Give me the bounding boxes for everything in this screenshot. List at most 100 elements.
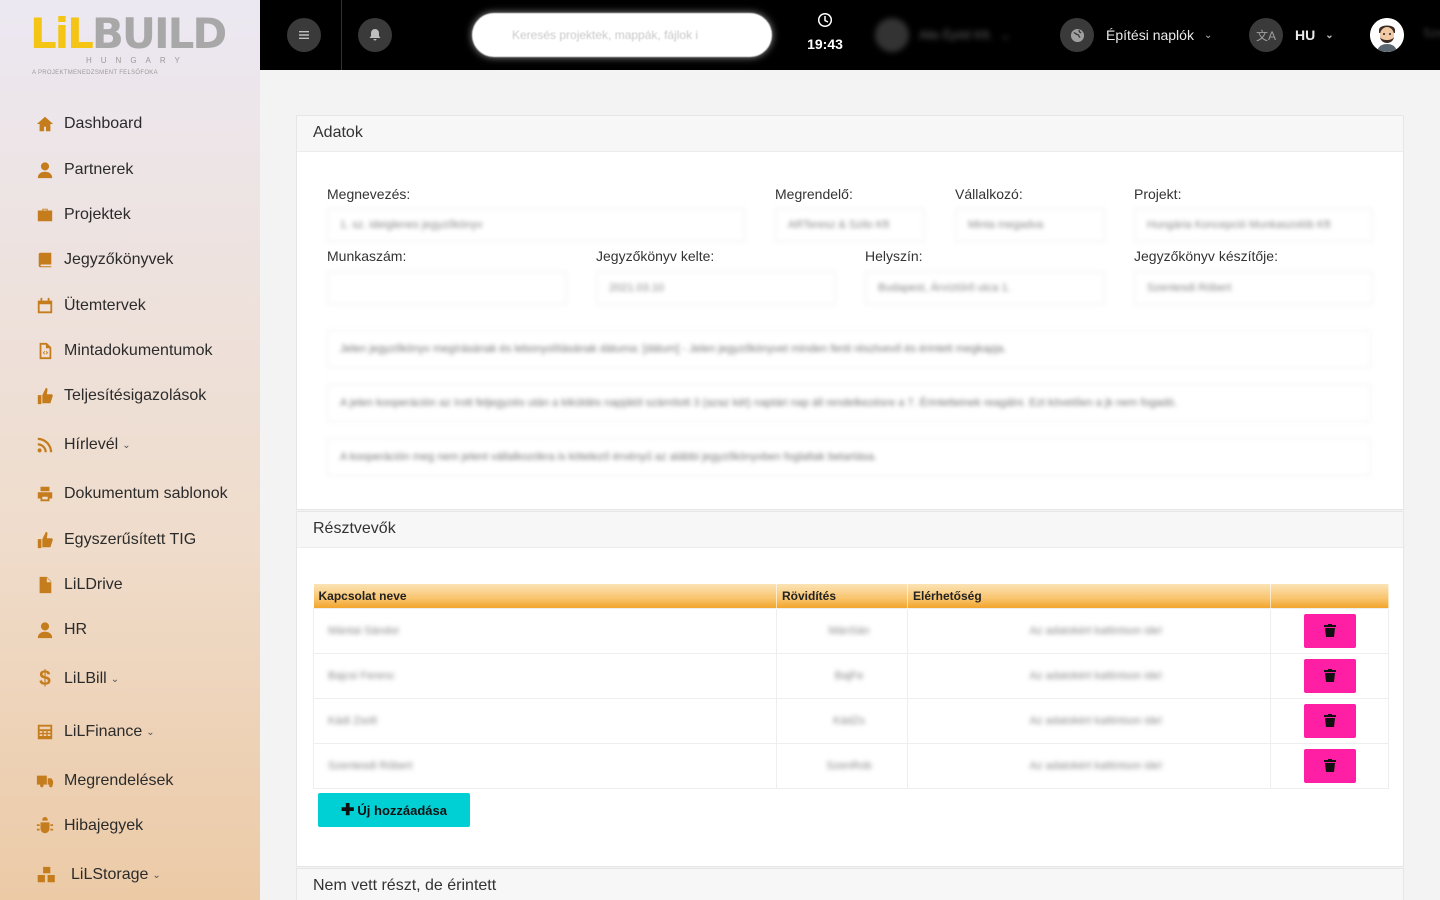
- sidebar-item-label: Partnerek: [64, 161, 134, 178]
- column-header: [1270, 584, 1389, 608]
- location-field[interactable]: Budapest, Árvíztűrő utca 1.: [865, 271, 1105, 305]
- sidebar-item-label: LiLBill: [64, 670, 107, 687]
- card-title: Nem vett részt, de érintett: [297, 869, 1403, 900]
- delete-button[interactable]: [1303, 613, 1356, 648]
- table-row: Kádi Zsolt KádZs Az adatokért kattintson…: [313, 697, 1389, 744]
- language-dropdown[interactable]: 文A HU ⌄: [1249, 18, 1334, 52]
- chevron-down-icon: ⌄: [122, 439, 131, 451]
- label-location: Helyszín:: [865, 248, 923, 264]
- hamburger-icon: [299, 31, 309, 39]
- sidebar-item-jegyzokonyvek[interactable]: Jegyzőkönyvek: [35, 250, 173, 270]
- sidebar-item-dokumentum-sablonok[interactable]: Dokumentum sablonok: [35, 484, 228, 504]
- sidebar-item-label: Ütemtervek: [64, 297, 146, 314]
- participant-name: Kádi Zsolt: [313, 697, 777, 744]
- menu-toggle-button[interactable]: [287, 18, 321, 52]
- job-number-field[interactable]: [327, 271, 567, 305]
- notifications-button[interactable]: [358, 18, 392, 52]
- sidebar-item-label: Dashboard: [64, 115, 143, 132]
- label-contractor: Vállalkozó:: [955, 186, 1023, 202]
- note-field-2[interactable]: A jelen kooperáción az írott feljegyzés …: [327, 384, 1371, 422]
- affected-card: Nem vett részt, de érintett: [296, 868, 1404, 900]
- chevron-down-icon: ⌄: [1203, 29, 1213, 41]
- user-icon: [35, 620, 55, 640]
- sidebar-item-lilfinance[interactable]: LiLFinance ⌄: [35, 722, 155, 742]
- sidebar-item-megrendelesek[interactable]: Megrendelések: [35, 771, 173, 791]
- sidebar-item-egyszerusitett-tig[interactable]: Egyszerűsített TIG: [35, 530, 196, 550]
- card-title: Résztvevők: [297, 512, 1403, 548]
- label-job-number: Munkaszám:: [327, 248, 407, 264]
- author-field[interactable]: Szentesdi Róbert: [1134, 271, 1373, 305]
- sidebar-item-dashboard[interactable]: Dashboard: [35, 114, 142, 134]
- participant-contact[interactable]: Az adatokért kattintson ide!: [907, 697, 1271, 744]
- company-selector[interactable]: Alte Építő Kft. ⌄: [875, 18, 1010, 52]
- sidebar-item-hirlevel[interactable]: Hírlevél ⌄: [35, 435, 131, 455]
- sidebar-item-lildrive[interactable]: LiLDrive: [35, 575, 123, 595]
- navbar-divider: [341, 0, 342, 70]
- sidebar-item-teljesitesigazolasok[interactable]: Teljesítésigazolások: [35, 386, 206, 406]
- sidebar-item-label: LiLStorage: [71, 866, 149, 883]
- trash-icon: [1323, 624, 1336, 637]
- add-button-label: Új hozzáadása: [357, 802, 447, 818]
- delete-button[interactable]: [1303, 748, 1356, 783]
- thumbs-up-icon: [35, 386, 55, 406]
- note-field-1[interactable]: Jelen jegyzőkönyv megírásának és lebonyo…: [327, 330, 1371, 368]
- add-participant-button[interactable]: ✚ Új hozzáadása: [318, 793, 470, 827]
- trash-icon: [1323, 714, 1336, 727]
- sidebar-item-utemtervek[interactable]: Ütemtervek: [35, 296, 146, 316]
- search-input[interactable]: Keresés projektek, mappák, fájlok i: [472, 13, 772, 57]
- sidebar-item-label: LiLDrive: [64, 576, 123, 593]
- delete-button[interactable]: [1303, 658, 1356, 693]
- sidebar-item-label: Mintadokumentumok: [64, 342, 213, 359]
- user-avatar[interactable]: [1370, 18, 1404, 52]
- language-label: HU: [1295, 27, 1316, 43]
- user-icon: [35, 160, 55, 180]
- participant-name: Bajcsi Ferenc: [313, 652, 777, 699]
- delete-button[interactable]: [1303, 703, 1356, 738]
- project-field[interactable]: Hungária Koncepció Munkaszolób Kft: [1134, 208, 1373, 242]
- translate-icon: 文A: [1249, 18, 1283, 52]
- table-row: Bajcsi Ferenc BajFe Az adatokért kattint…: [313, 652, 1389, 699]
- sidebar-item-label: Jegyzőkönyvek: [64, 251, 174, 268]
- participant-contact[interactable]: Az adatokért kattintson ide!: [907, 607, 1271, 654]
- participants-card: Résztvevők Kapcsolat neve Rövidítés Elér…: [296, 511, 1404, 867]
- plus-icon: ✚: [341, 802, 355, 819]
- lilbuild-logo[interactable]: LiLBUILD HUNGARY A PROJEKTMENEDZSMENT FE…: [30, 8, 227, 78]
- participant-contact[interactable]: Az adatokért kattintson ide!: [907, 742, 1271, 789]
- boxes-icon: [35, 865, 62, 885]
- card-title: Adatok: [297, 116, 1403, 152]
- dollar-icon: $: [39, 667, 51, 690]
- sidebar-item-lilbill[interactable]: $ LiLBill ⌄: [35, 667, 120, 690]
- sidebar-item-mintadokumentumok[interactable]: Mintadokumentumok: [35, 341, 213, 361]
- calculator-icon: [35, 722, 55, 742]
- chevron-down-icon: ⌄: [152, 869, 161, 881]
- chevron-down-icon: ⌄: [1325, 29, 1334, 41]
- contractor-field[interactable]: Minta megadva: [955, 208, 1105, 242]
- sidebar-item-label: Hírlevél: [64, 436, 119, 453]
- note-field-3[interactable]: A kooperáción meg nem jelent vállalkozók…: [327, 438, 1371, 476]
- sidebar-item-hr[interactable]: HR: [35, 620, 87, 640]
- table-row: Szentesdi Róbert SzenRob Az adatokért ka…: [313, 742, 1389, 789]
- label-date: Jegyzőkönyv kelte:: [596, 248, 715, 264]
- sidebar-item-hibajegyek[interactable]: Hibajegyek: [35, 816, 143, 836]
- chevron-down-icon: ⌄: [1000, 28, 1011, 42]
- sidebar-item-partnerek[interactable]: Partnerek: [35, 160, 133, 180]
- chevron-down-icon: ⌄: [110, 673, 120, 685]
- label-client: Megrendelő:: [775, 186, 853, 202]
- book-icon: [35, 250, 55, 270]
- construction-diaries-dropdown[interactable]: Építési naplók ⌄: [1060, 18, 1212, 52]
- date-field[interactable]: 2021.03.10: [596, 271, 836, 305]
- sidebar-item-label: Egyszerűsített TIG: [64, 531, 197, 548]
- participant-contact[interactable]: Az adatokért kattintson ide!: [907, 652, 1271, 699]
- sidebar-item-label: Dokumentum sablonok: [64, 485, 228, 502]
- client-field[interactable]: ARTeresz & Szilo Kft: [775, 208, 925, 242]
- sidebar-item-label: HR: [64, 621, 88, 638]
- label-name: Megnevezés:: [327, 186, 411, 202]
- chevron-down-icon: ⌄: [146, 726, 155, 738]
- name-field[interactable]: 1. sz. ideiglenes jegyzőkönyv: [327, 208, 745, 242]
- sidebar-item-lilstorage[interactable]: LiLStorage ⌄: [35, 865, 161, 885]
- table-header-row: Kapcsolat neve Rövidítés Elérhetőség: [313, 584, 1389, 608]
- sidebar-item-label: LiLFinance: [64, 723, 143, 740]
- user-avatar-image: [1370, 18, 1404, 52]
- sidebar-item-projektek[interactable]: Projektek: [35, 205, 131, 225]
- company-name: Alte Építő Kft.: [919, 28, 993, 42]
